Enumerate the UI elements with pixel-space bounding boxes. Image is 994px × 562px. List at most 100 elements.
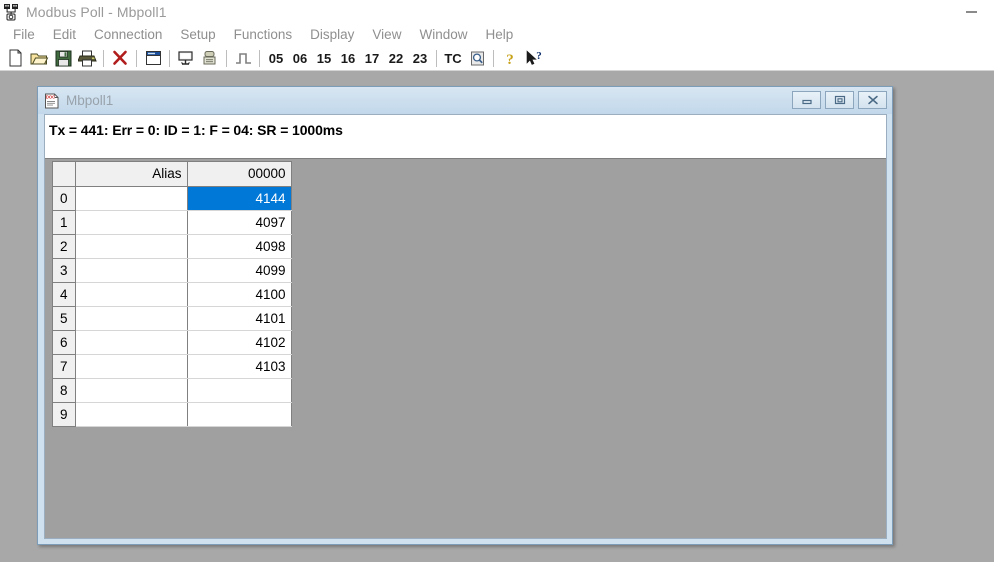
function-17-button[interactable]: 17	[360, 47, 384, 70]
svg-text:?: ?	[536, 50, 542, 62]
row-header-7[interactable]: 7	[53, 354, 76, 379]
cell-alias-9[interactable]	[75, 402, 188, 427]
row-header-3[interactable]: 3	[53, 258, 76, 283]
table-row[interactable]: 0 4144	[53, 185, 292, 211]
row-header-6[interactable]: 6	[53, 330, 76, 355]
menu-bar: File Edit Connection Setup Functions Dis…	[0, 24, 994, 46]
cell-alias-5[interactable]	[75, 306, 188, 331]
magnifier-document-icon[interactable]	[465, 47, 489, 70]
menu-item-help[interactable]: Help	[476, 25, 522, 45]
title-bar: Modbus Poll - Mbpoll1	[0, 0, 994, 24]
menu-item-view[interactable]: View	[363, 25, 410, 45]
cell-alias-3[interactable]	[75, 258, 188, 283]
function-06-button[interactable]: 06	[288, 47, 312, 70]
toolbar: 05 06 15 16 17 22 23 TC ? ?	[0, 46, 994, 71]
function-22-button[interactable]: 22	[384, 47, 408, 70]
function-15-button[interactable]: 15	[312, 47, 336, 70]
row-header-4[interactable]: 4	[53, 282, 76, 307]
window-icon[interactable]	[141, 47, 165, 70]
menu-item-display[interactable]: Display	[301, 25, 363, 45]
row-header-1[interactable]: 1	[53, 210, 76, 235]
menu-item-window[interactable]: Window	[410, 25, 476, 45]
save-icon[interactable]	[51, 47, 75, 70]
cell-alias-2[interactable]	[75, 234, 188, 259]
mdi-close-button[interactable]	[858, 91, 887, 109]
grid-header-row: Alias 00000	[53, 162, 292, 187]
menu-item-connection[interactable]: Connection	[85, 25, 171, 45]
separator	[169, 49, 170, 67]
cell-alias-4[interactable]	[75, 282, 188, 307]
cell-value-9[interactable]	[187, 402, 292, 427]
row-header-2[interactable]: 2	[53, 234, 76, 259]
mdi-restore-button[interactable]	[825, 91, 854, 109]
function-15-label: 15	[316, 50, 332, 66]
mdi-minimize-button[interactable]	[792, 91, 821, 109]
minimize-button[interactable]	[948, 0, 994, 24]
delete-icon[interactable]	[108, 47, 132, 70]
minimize-icon	[965, 11, 977, 13]
cell-value-5[interactable]: 4101	[187, 306, 292, 331]
open-icon[interactable]	[27, 47, 51, 70]
function-05-button[interactable]: 05	[264, 47, 288, 70]
function-16-label: 16	[340, 50, 356, 66]
cell-value-0[interactable]: 4144	[187, 185, 292, 211]
mdi-window-title: Mbpoll1	[66, 93, 114, 108]
modbus-data-grid[interactable]: Alias 00000 0 4144 1 4097 2 4098 3 4099 …	[52, 161, 292, 427]
separator	[226, 49, 227, 67]
cell-alias-1[interactable]	[75, 210, 188, 235]
separator	[259, 49, 260, 67]
cell-alias-7[interactable]	[75, 354, 188, 379]
mdi-inner-client: Tx = 441: Err = 0: ID = 1: F = 04: SR = …	[44, 114, 887, 539]
table-row[interactable]: 8	[53, 378, 292, 403]
table-row[interactable]: 4 4100	[53, 282, 292, 307]
menu-item-setup[interactable]: Setup	[171, 25, 224, 45]
mdi-client-area: DOC Mbpoll1 Tx = 441: Err = 0: ID = 1: F…	[0, 71, 994, 562]
tc-label: TC	[444, 50, 462, 66]
cell-value-4[interactable]: 4100	[187, 282, 292, 307]
window-controls	[948, 0, 994, 24]
table-row[interactable]: 1 4097	[53, 210, 292, 235]
separator	[136, 49, 137, 67]
modbus-poll-icon	[3, 3, 21, 21]
cell-value-8[interactable]	[187, 378, 292, 403]
separator	[103, 49, 104, 67]
row-header-9[interactable]: 9	[53, 402, 76, 427]
cell-alias-6[interactable]	[75, 330, 188, 355]
row-header-5[interactable]: 5	[53, 306, 76, 331]
cell-alias-0[interactable]	[75, 185, 188, 211]
cell-value-2[interactable]: 4098	[187, 234, 292, 259]
row-header-8[interactable]: 8	[53, 378, 76, 403]
read-write-definition-icon[interactable]	[174, 47, 198, 70]
table-row[interactable]: 5 4101	[53, 306, 292, 331]
whats-this-icon[interactable]: ?	[522, 47, 546, 70]
cell-alias-8[interactable]	[75, 378, 188, 403]
cell-value-3[interactable]: 4099	[187, 258, 292, 283]
tc-button[interactable]: TC	[441, 47, 465, 70]
cell-value-6[interactable]: 4102	[187, 330, 292, 355]
help-icon[interactable]: ?	[498, 47, 522, 70]
function-23-button[interactable]: 23	[408, 47, 432, 70]
function-16-button[interactable]: 16	[336, 47, 360, 70]
menu-item-functions[interactable]: Functions	[225, 25, 302, 45]
cell-value-1[interactable]: 4097	[187, 210, 292, 235]
mdi-title-bar[interactable]: DOC Mbpoll1	[38, 87, 892, 114]
table-row[interactable]: 2 4098	[53, 234, 292, 259]
mdi-workspace: Alias 00000 0 4144 1 4097 2 4098 3 4099 …	[45, 158, 886, 538]
grid-header-address[interactable]: 00000	[187, 162, 292, 187]
table-row[interactable]: 3 4099	[53, 258, 292, 283]
table-row[interactable]: 6 4102	[53, 330, 292, 355]
function-05-label: 05	[268, 50, 284, 66]
row-header-0[interactable]: 0	[53, 185, 76, 211]
pulse-icon[interactable]	[231, 47, 255, 70]
print-icon[interactable]	[75, 47, 99, 70]
print-preview-icon[interactable]	[198, 47, 222, 70]
new-icon[interactable]	[3, 47, 27, 70]
cell-value-7[interactable]: 4103	[187, 354, 292, 379]
menu-item-file[interactable]: File	[4, 25, 44, 45]
grid-header-alias[interactable]: Alias	[75, 162, 188, 187]
menu-item-edit[interactable]: Edit	[44, 25, 85, 45]
table-row[interactable]: 9	[53, 402, 292, 427]
window-title: Modbus Poll - Mbpoll1	[26, 4, 167, 20]
separator	[493, 49, 494, 67]
table-row[interactable]: 7 4103	[53, 354, 292, 379]
